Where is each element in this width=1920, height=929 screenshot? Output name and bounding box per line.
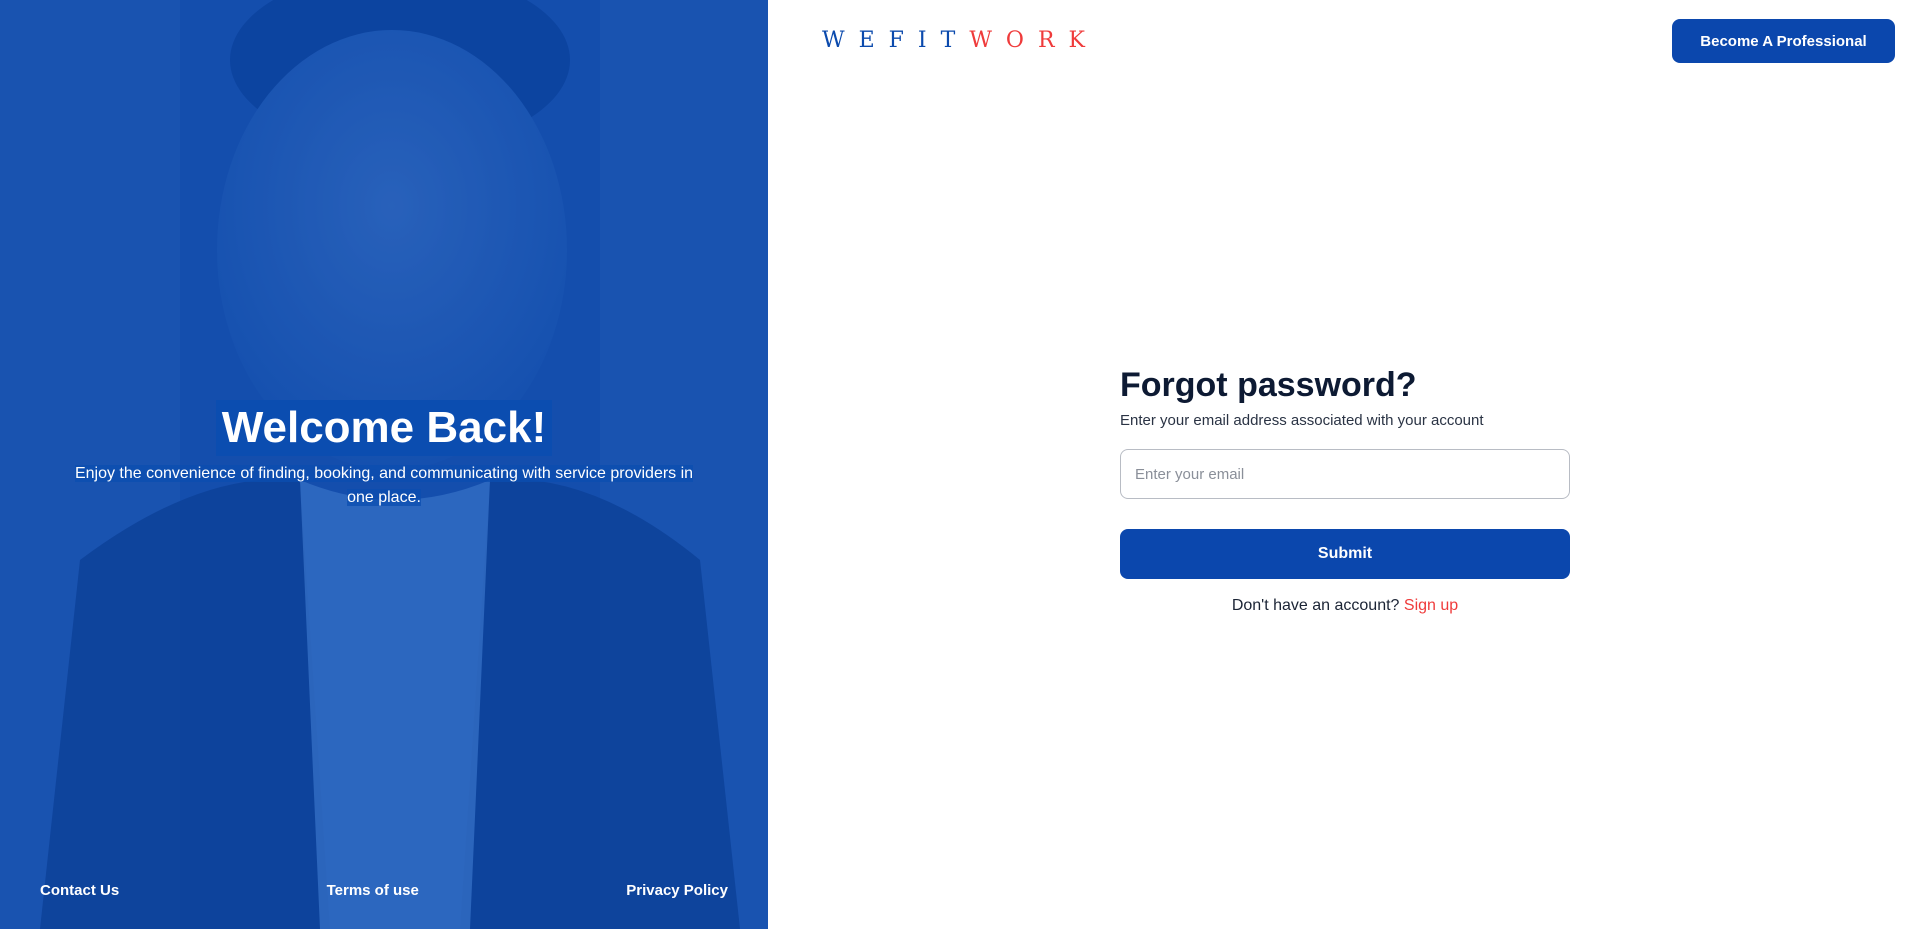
privacy-policy-link[interactable]: Privacy Policy <box>626 882 728 899</box>
terms-of-use-link[interactable]: Terms of use <box>327 882 419 899</box>
email-input[interactable] <box>1120 449 1570 499</box>
become-professional-button[interactable]: Become A Professional <box>1672 19 1895 63</box>
logo-part-wefit: WEFIT <box>822 28 970 53</box>
submit-button[interactable]: Submit <box>1120 529 1570 579</box>
hero-panel: Welcome Back! Enjoy the convenience of f… <box>0 0 768 929</box>
hero-title: Welcome Back! <box>215 400 553 456</box>
contact-us-link[interactable]: Contact Us <box>40 882 119 899</box>
page: Welcome Back! Enjoy the convenience of f… <box>0 0 1920 929</box>
form-subtitle: Enter your email address associated with… <box>1120 412 1484 429</box>
logo-part-work: WORK <box>969 28 1099 53</box>
hero-content: Welcome Back! Enjoy the convenience of f… <box>0 400 768 510</box>
hero-subtitle: Enjoy the convenience of finding, bookin… <box>64 462 704 510</box>
brand-logo[interactable]: WEFIT WORK <box>822 28 1099 53</box>
signup-prompt: Don't have an account? <box>1231 597 1400 614</box>
signup-row: Don't have an account? Sign up <box>1120 597 1570 615</box>
signup-link[interactable]: Sign up <box>1404 597 1458 614</box>
hero-footer-links: Contact Us Terms of use Privacy Policy <box>40 882 728 899</box>
main-panel: WEFIT WORK Become A Professional Forgot p… <box>768 0 1920 929</box>
forgot-password-form: Forgot password? Enter your email addres… <box>1120 364 1570 615</box>
form-title: Forgot password? <box>1120 366 1417 404</box>
hero-subtitle-text: Enjoy the convenience of finding, bookin… <box>74 465 694 506</box>
